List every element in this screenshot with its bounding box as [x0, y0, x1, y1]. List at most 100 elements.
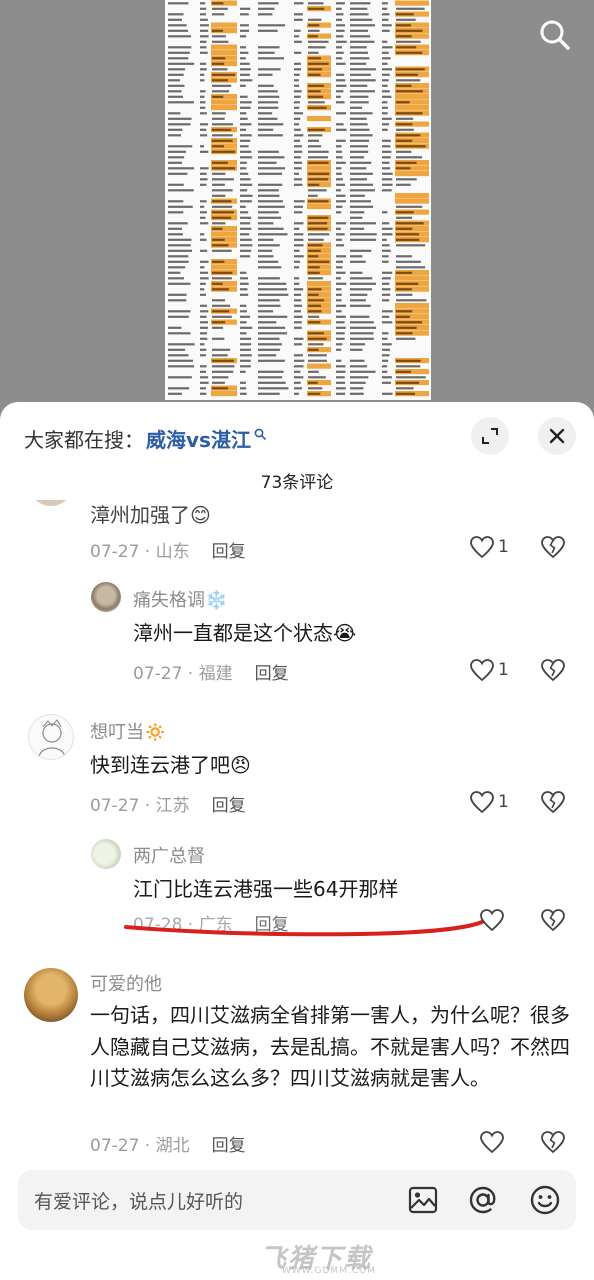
- sheet-text: [294, 238, 304, 241]
- sheet-text: [240, 381, 246, 384]
- reply-button[interactable]: 回复: [212, 796, 246, 816]
- red-annotation-line: [124, 920, 484, 937]
- sheet-text: [396, 326, 417, 329]
- sheet-text: [258, 117, 278, 120]
- dislike-button[interactable]: [540, 658, 566, 686]
- sheet-text: [240, 337, 252, 340]
- like-button[interactable]: 1: [469, 790, 509, 814]
- sheet-text: [336, 73, 345, 76]
- sheet-text: [212, 310, 230, 313]
- sheet-text: [240, 227, 252, 230]
- suggested-search[interactable]: 大家都在搜： 威海vs湛江: [24, 420, 266, 456]
- like-button[interactable]: 1: [469, 535, 509, 559]
- sheet-text: [294, 101, 300, 104]
- comment-username[interactable]: 可爱的他: [90, 970, 162, 996]
- emoji-icon: [530, 1185, 560, 1215]
- comment-input-placeholder[interactable]: 有爱评论，说点儿好听的: [34, 1187, 243, 1214]
- sheet-text: [308, 348, 319, 351]
- close-button[interactable]: [538, 417, 576, 455]
- sheet-highlight: [307, 281, 331, 287]
- sheet-text: [168, 293, 187, 296]
- sheet-text: [168, 62, 195, 65]
- sheet-text: [168, 233, 183, 236]
- sheet-text: [240, 57, 246, 60]
- sheet-text: [308, 222, 328, 225]
- sheet-text: [200, 68, 207, 71]
- sheet-text: [258, 172, 283, 175]
- sheet-text: [258, 211, 279, 214]
- image-button[interactable]: [406, 1183, 440, 1217]
- sheet-text: [294, 145, 302, 148]
- sheet-text: [294, 84, 300, 87]
- comment-username[interactable]: 想叮当🔅: [90, 718, 166, 744]
- suggested-search-term[interactable]: 威海vs湛江: [146, 424, 251, 453]
- sheet-text: [382, 95, 392, 98]
- sheet-text: [168, 282, 191, 285]
- heart-icon: [470, 659, 494, 682]
- sheet-text: [382, 343, 392, 346]
- avatar[interactable]: [28, 500, 74, 506]
- expand-button[interactable]: [471, 417, 509, 455]
- sheet-highlight: [211, 50, 237, 56]
- sheet-text: [396, 321, 423, 324]
- sheet-text: [350, 392, 364, 395]
- sheet-text: [200, 145, 205, 148]
- sheet-text: [396, 167, 411, 170]
- avatar[interactable]: [24, 968, 78, 1022]
- sheet-text: [308, 299, 324, 302]
- mention-button[interactable]: [466, 1183, 500, 1217]
- sheet-text: [240, 392, 247, 395]
- sheet-text: [294, 227, 300, 230]
- reply-button[interactable]: 回复: [212, 542, 246, 562]
- sheet-text: [168, 46, 192, 49]
- sheet-text: [212, 277, 232, 280]
- dislike-button[interactable]: [540, 1130, 566, 1158]
- sheet-text: [308, 244, 323, 247]
- sheet-text: [240, 343, 252, 346]
- emoji-button[interactable]: [528, 1183, 562, 1217]
- sheet-text: [200, 321, 209, 324]
- sheet-text: [200, 167, 209, 170]
- dislike-button[interactable]: [540, 535, 566, 563]
- sheet-text: [212, 189, 233, 192]
- sheet-text: [200, 95, 205, 98]
- reply-button[interactable]: 回复: [255, 664, 289, 684]
- like-button[interactable]: 1: [469, 658, 509, 682]
- sheet-text: [350, 123, 368, 126]
- avatar[interactable]: [28, 714, 74, 760]
- sheet-text: [308, 145, 322, 148]
- sheet-text: [294, 29, 301, 32]
- sheet-highlight: [211, 231, 237, 237]
- sheet-text: [308, 370, 319, 373]
- sheet-text: [382, 376, 392, 379]
- comment-list[interactable]: 漳州加强了😊 07-27 · 山东 回复 1 痛失格调❄️ 漳州一直都是这个状态😭…: [0, 500, 594, 1170]
- sheet-text: [212, 205, 233, 208]
- sheet-text: [240, 106, 251, 109]
- comment-text: 江门比连云港强一些64开那样: [133, 877, 399, 901]
- avatar[interactable]: [91, 582, 121, 612]
- sheet-highlight: [211, 22, 237, 28]
- like-button[interactable]: [479, 908, 505, 932]
- sheet-text: [308, 178, 329, 181]
- sheet-text: [396, 18, 416, 21]
- sheet-text: [200, 315, 207, 318]
- sheet-text: [168, 200, 184, 203]
- top-search-button[interactable]: [534, 14, 576, 56]
- comment-text: 漳州加强了😊: [90, 503, 211, 527]
- reply-button[interactable]: 回复: [212, 1136, 246, 1156]
- sheet-text: [350, 343, 366, 346]
- sheet-text: [240, 178, 251, 181]
- sheet-text: [240, 288, 248, 291]
- like-button[interactable]: [479, 1130, 505, 1154]
- comment-username[interactable]: 两广总督: [133, 842, 205, 868]
- sheet-text: [350, 293, 368, 296]
- avatar[interactable]: [91, 839, 121, 869]
- comment-input[interactable]: 有爱评论，说点儿好听的: [18, 1170, 576, 1230]
- sheet-text: [294, 134, 304, 137]
- dislike-button[interactable]: [540, 908, 566, 936]
- spreadsheet-image: [165, 0, 431, 400]
- comment-username[interactable]: 痛失格调❄️: [133, 586, 227, 612]
- dislike-button[interactable]: [540, 790, 566, 818]
- sheet-text: [212, 84, 232, 87]
- sheet-text: [294, 392, 299, 395]
